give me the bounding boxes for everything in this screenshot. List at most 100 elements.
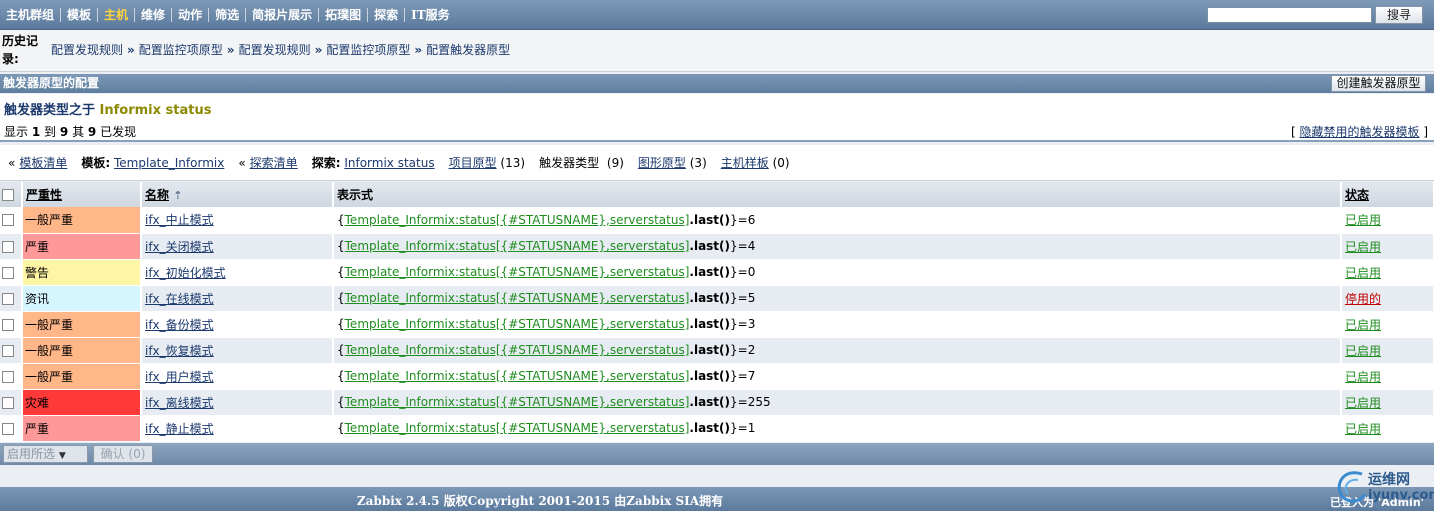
trigger-name-link[interactable]: ifx_初始化模式 (145, 266, 226, 280)
status-cell: 已启用 (1341, 311, 1434, 338)
trigger-name-link[interactable]: ifx_关闭模式 (145, 240, 214, 254)
menu-item[interactable]: 拓璞图 (319, 0, 367, 30)
discovery-link[interactable]: Informix status (344, 156, 434, 170)
row-checkbox-cell[interactable] (0, 389, 23, 416)
table-row: 一般严重 ifx_恢复模式 {Template_Informix:status[{#… (0, 337, 1434, 364)
severity-cell: 一般严重 (22, 207, 142, 234)
status-cell: 已启用 (1341, 259, 1434, 286)
expression-item-link[interactable]: Template_Informix:status[{#STATUSNAME},s… (345, 317, 690, 331)
row-checkbox-cell[interactable] (0, 311, 23, 338)
status-toggle-link[interactable]: 已启用 (1345, 396, 1381, 410)
menu-item[interactable]: 动作 (172, 0, 208, 30)
row-checkbox-cell[interactable] (0, 337, 23, 364)
expression-item-link[interactable]: Template_Informix:status[{#STATUSNAME},s… (345, 343, 690, 357)
trigger-name-link[interactable]: ifx_用户模式 (145, 370, 214, 384)
menu-item[interactable]: 探索 (368, 0, 404, 30)
discovery-list-link[interactable]: 探索清单 (250, 154, 298, 171)
trigger-name-link[interactable]: ifx_离线模式 (145, 396, 214, 410)
row-checkbox-cell[interactable] (0, 259, 23, 286)
action-select[interactable]: 启用所选 ▼ (3, 445, 88, 463)
menu-item[interactable]: 模板 (61, 0, 97, 30)
severity-header[interactable]: 严重性 (22, 182, 142, 207)
name-cell: ifx_中止模式 (141, 207, 334, 234)
status-toggle-link[interactable]: 已启用 (1345, 266, 1381, 280)
item-prototypes-link[interactable]: 项目原型 (449, 154, 497, 171)
row-checkbox[interactable] (2, 214, 14, 227)
name-cell: ifx_用户模式 (141, 363, 334, 390)
expression-item-link[interactable]: Template_Informix:status[{#STATUSNAME},s… (345, 395, 690, 409)
search-input[interactable] (1207, 7, 1372, 23)
name-header[interactable]: 名称 ⇡ (141, 182, 334, 207)
row-checkbox[interactable] (2, 292, 14, 305)
row-checkbox-cell[interactable] (0, 363, 23, 390)
expression-item-link[interactable]: Template_Informix:status[{#STATUSNAME},s… (345, 291, 690, 305)
menu-item[interactable]: IT服务 (405, 0, 456, 30)
row-checkbox-cell[interactable] (0, 233, 23, 260)
total-value: 9 (87, 125, 97, 139)
search-button[interactable]: 搜寻 (1375, 6, 1423, 24)
expression-cell: {Template_Informix:status[{#STATUSNAME},… (333, 259, 1342, 286)
status-toggle-link[interactable]: 已启用 (1345, 240, 1381, 254)
row-checkbox[interactable] (2, 396, 14, 409)
breadcrumb-item[interactable]: 配置发现规则 (239, 41, 311, 58)
expression-item-link[interactable]: Template_Informix:status[{#STATUSNAME},s… (345, 239, 690, 253)
host-templates-count: (0) (772, 155, 790, 170)
template-link[interactable]: Template_Informix (114, 156, 224, 170)
breadcrumb-item[interactable]: 配置触发器原型 (426, 41, 510, 58)
expression-function: .last() (689, 395, 731, 409)
expression-compare: =6 (737, 212, 756, 227)
copyright: Zabbix 2.4.5 版权Copyright 2001-2015 由Zabb… (356, 494, 724, 508)
menu-item[interactable]: 维修 (135, 0, 171, 30)
row-checkbox[interactable] (2, 240, 14, 253)
status-toggle-link[interactable]: 已启用 (1345, 318, 1381, 332)
select-all-checkbox[interactable] (2, 189, 14, 201)
breadcrumb-item[interactable]: 配置发现规则 (51, 41, 123, 58)
trigger-name-link[interactable]: ifx_静止模式 (145, 422, 214, 436)
menu-item[interactable]: 主机 (98, 0, 134, 30)
expression-item-link[interactable]: Template_Informix:status[{#STATUSNAME},s… (345, 265, 690, 279)
breadcrumb-item[interactable]: 配置监控项原型 (139, 41, 223, 58)
breadcrumb-item[interactable]: 配置监控项原型 (326, 41, 410, 58)
confirm-button[interactable]: 确认 (0) (93, 445, 153, 463)
to-label: 到 (44, 125, 57, 139)
breadcrumb-separator-icon: » (314, 42, 323, 57)
row-checkbox-cell[interactable] (0, 207, 23, 234)
status-cell: 已启用 (1341, 233, 1434, 260)
row-checkbox[interactable] (2, 344, 14, 357)
status-toggle-link[interactable]: 已启用 (1345, 344, 1381, 358)
status-toggle-link[interactable]: 停用的 (1345, 292, 1381, 306)
top-nav: 主机群组 模板 主机 维修 动作 筛选 简报片展示 拓璞图 探索 IT服务 搜寻 (0, 0, 1434, 30)
row-checkbox[interactable] (2, 422, 14, 435)
trigger-name-link[interactable]: ifx_备份模式 (145, 318, 214, 332)
breadcrumb-separator-icon: » (414, 42, 423, 57)
from-value: 1 (31, 125, 41, 139)
status-toggle-link[interactable]: 已启用 (1345, 370, 1381, 384)
menu-item[interactable]: 简报片展示 (246, 0, 318, 30)
menu-item[interactable]: 筛选 (209, 0, 245, 30)
host-templates-link[interactable]: 主机样板 (721, 154, 769, 171)
row-checkbox[interactable] (2, 266, 14, 279)
showing-label: 显示 (4, 125, 29, 139)
expression-item-link[interactable]: Template_Informix:status[{#STATUSNAME},s… (345, 213, 690, 227)
expression-function: .last() (689, 291, 731, 305)
row-checkbox-cell[interactable] (0, 415, 23, 442)
graph-prototypes-link[interactable]: 图形原型 (638, 154, 686, 171)
row-checkbox-cell[interactable] (0, 285, 23, 312)
status-toggle-link[interactable]: 已启用 (1345, 213, 1381, 227)
create-trigger-prototype-button[interactable]: 创建触发器原型 (1331, 75, 1426, 92)
section-header: 触发器原型的配置 创建触发器原型 (0, 74, 1434, 93)
trigger-name-link[interactable]: ifx_在线模式 (145, 292, 214, 306)
discovery-name: Informix status (99, 103, 212, 118)
trigger-name-link[interactable]: ifx_中止模式 (145, 213, 214, 227)
status-toggle-link[interactable]: 已启用 (1345, 422, 1381, 436)
select-all-header[interactable] (0, 182, 23, 207)
expression-item-link[interactable]: Template_Informix:status[{#STATUSNAME},s… (345, 369, 690, 383)
trigger-name-link[interactable]: ifx_恢复模式 (145, 344, 214, 358)
template-list-link[interactable]: 模板清单 (19, 154, 67, 171)
menu-item[interactable]: 主机群组 (0, 0, 60, 30)
row-checkbox[interactable] (2, 370, 14, 383)
status-header[interactable]: 状态 (1341, 182, 1434, 207)
hide-disabled-link[interactable]: 隐藏禁用的触发器模板 (1299, 125, 1419, 139)
expression-item-link[interactable]: Template_Informix:status[{#STATUSNAME},s… (345, 421, 690, 435)
row-checkbox[interactable] (2, 318, 14, 331)
